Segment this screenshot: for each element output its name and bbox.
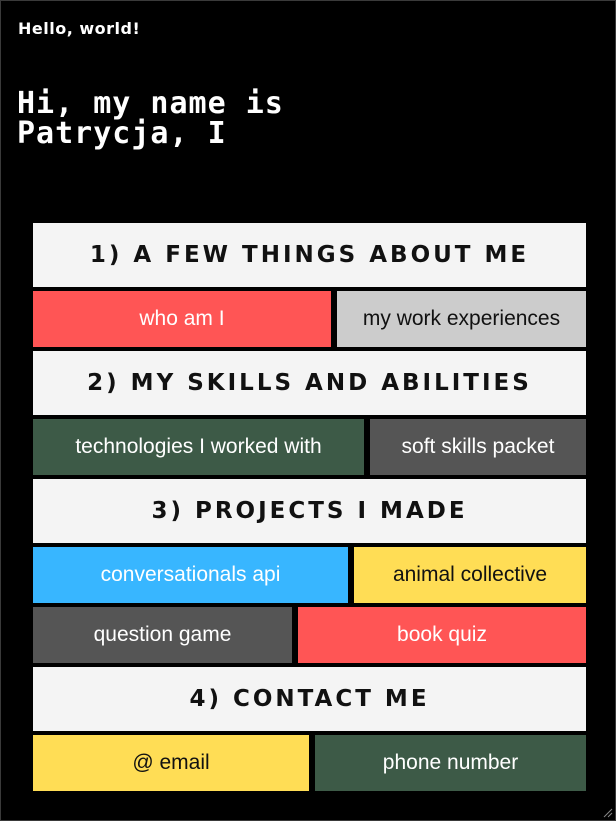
resize-grip-icon[interactable] xyxy=(601,806,613,818)
intro-typing-text: Hi, my name is Patrycja, I xyxy=(17,86,284,151)
email-button[interactable]: @ email xyxy=(33,735,309,791)
conversationals-api-button[interactable]: conversationals api xyxy=(33,547,348,603)
projects-row-2: question game book quiz xyxy=(33,607,586,663)
book-quiz-button[interactable]: book quiz xyxy=(298,607,586,663)
work-experiences-button[interactable]: my work experiences xyxy=(337,291,586,347)
skills-row: technologies I worked with soft skills p… xyxy=(33,419,586,475)
site-title: Hello, world! xyxy=(18,19,141,38)
technologies-button[interactable]: technologies I worked with xyxy=(33,419,364,475)
page-frame: Hello, world! Hi, my name is Patrycja, I… xyxy=(0,0,616,821)
about-row: who am I my work experiences xyxy=(33,291,586,347)
section-heading-about: 1) A few things about me xyxy=(33,223,586,287)
section-heading-skills: 2) My skills and abilities xyxy=(33,351,586,415)
section-heading-projects: 3) Projects I made xyxy=(33,479,586,543)
question-game-button[interactable]: question game xyxy=(33,607,292,663)
animal-collective-button[interactable]: animal collective xyxy=(354,547,586,603)
contact-row: @ email phone number xyxy=(33,735,586,791)
soft-skills-button[interactable]: soft skills packet xyxy=(370,419,586,475)
menu-panel: 1) A few things about me who am I my wor… xyxy=(33,223,586,795)
projects-row-1: conversationals api animal collective xyxy=(33,547,586,603)
section-heading-contact: 4) Contact me xyxy=(33,667,586,731)
phone-number-button[interactable]: phone number xyxy=(315,735,586,791)
who-am-i-button[interactable]: who am I xyxy=(33,291,331,347)
